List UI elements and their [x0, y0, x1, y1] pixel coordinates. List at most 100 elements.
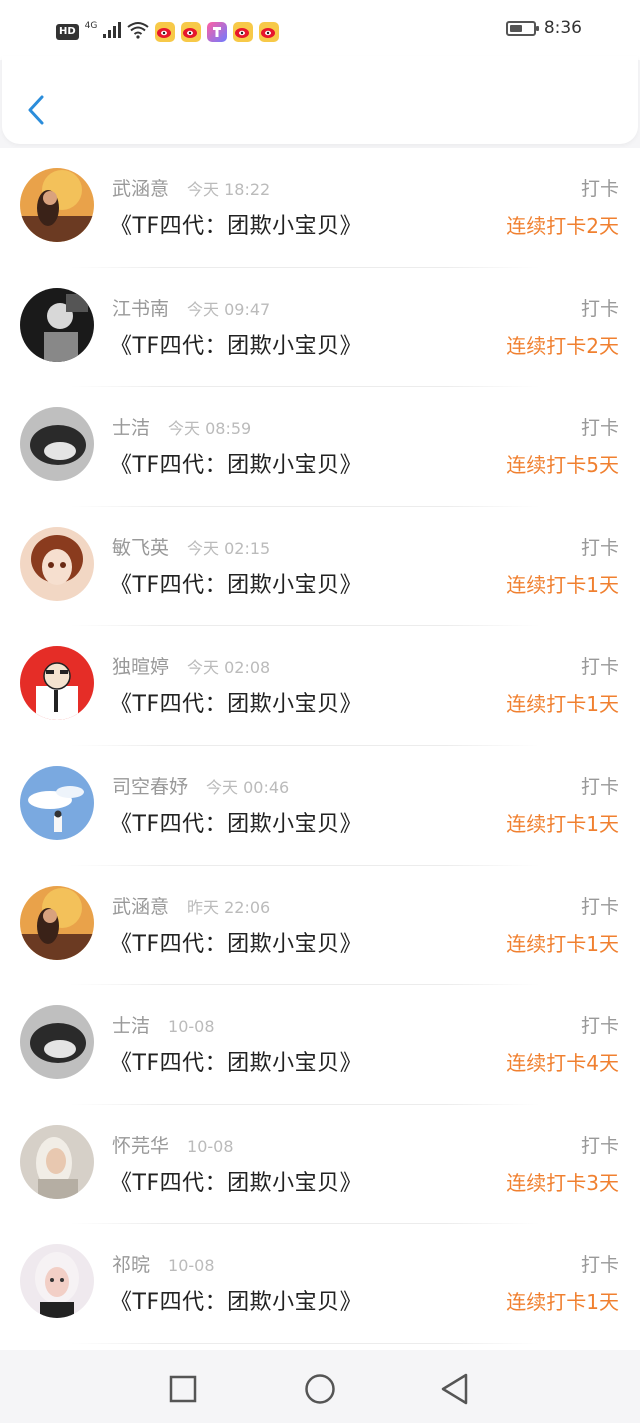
- list-item[interactable]: 武涵意 今天 18:22 《TF四代：团欺小宝贝》 打卡 连续打卡2天: [0, 148, 640, 268]
- system-back-button[interactable]: [438, 1371, 474, 1407]
- back-button[interactable]: [22, 92, 52, 128]
- record-meta: 士洁 今天 08:59: [112, 413, 252, 440]
- user-name[interactable]: 武涵意: [112, 892, 169, 919]
- record-type: 打卡: [580, 895, 619, 918]
- story-title[interactable]: 《TF四代：团欺小宝贝》: [110, 447, 362, 479]
- streak-label: 连续打卡1天: [506, 931, 619, 956]
- chevron-left-icon: [28, 95, 44, 125]
- user-name[interactable]: 祁晥: [112, 1250, 150, 1277]
- weibo-icon: [155, 22, 176, 42]
- record-time: 今天 02:15: [187, 538, 271, 558]
- avatar[interactable]: [20, 287, 94, 362]
- user-name[interactable]: 独暄婷: [112, 652, 169, 679]
- streak-label: 连续打卡1天: [506, 692, 619, 717]
- user-name[interactable]: 武涵意: [112, 174, 169, 201]
- user-name[interactable]: 士洁: [112, 1011, 150, 1038]
- record-meta: 祁晥 10-08: [112, 1250, 215, 1277]
- record-meta: 司空春妤 今天 00:46: [112, 772, 290, 799]
- list-item[interactable]: 敏飞英 今天 02:15 《TF四代：团欺小宝贝》 打卡 连续打卡1天: [0, 507, 640, 627]
- record-meta: 武涵意 昨天 22:06: [112, 892, 271, 919]
- avatar[interactable]: [20, 765, 94, 840]
- avatar[interactable]: [20, 885, 94, 960]
- streak-label: 连续打卡1天: [506, 572, 619, 597]
- recent-apps-button[interactable]: [165, 1371, 201, 1407]
- user-name[interactable]: 敏飞英: [112, 533, 169, 560]
- recent-apps-icon: [169, 1375, 197, 1403]
- record-meta: 武涵意 今天 18:22: [112, 174, 271, 201]
- record-meta: 士洁 10-08: [112, 1011, 215, 1038]
- network-type-label: 4G: [84, 21, 98, 31]
- user-name[interactable]: 怀芫华: [112, 1131, 169, 1158]
- status-bar-right: 8:36: [505, 18, 582, 38]
- avatar[interactable]: [20, 646, 94, 721]
- record-meta: 敏飞英 今天 02:15: [112, 533, 271, 560]
- story-title[interactable]: 《TF四代：团欺小宝贝》: [110, 567, 362, 599]
- avatar[interactable]: [20, 526, 94, 601]
- streak-label: 连续打卡5天: [506, 453, 619, 478]
- wifi-icon: [127, 21, 149, 43]
- battery-icon: [505, 20, 539, 36]
- story-title[interactable]: 《TF四代：团欺小宝贝》: [110, 208, 362, 240]
- story-title[interactable]: 《TF四代：团欺小宝贝》: [110, 926, 362, 958]
- user-name[interactable]: 江书南: [112, 294, 169, 321]
- record-time: 昨天 22:06: [187, 897, 271, 917]
- record-time: 今天 08:59: [168, 419, 252, 439]
- story-title[interactable]: 《TF四代：团欺小宝贝》: [110, 1045, 362, 1077]
- weibo-icon: [233, 22, 254, 42]
- record-type: 打卡: [580, 656, 619, 679]
- story-title[interactable]: 《TF四代：团欺小宝贝》: [110, 806, 362, 838]
- record-time: 10-08: [168, 1256, 215, 1276]
- record-meta: 独暄婷 今天 02:08: [112, 652, 270, 679]
- home-button[interactable]: [302, 1371, 338, 1407]
- list-item[interactable]: 武涵意 昨天 22:06 《TF四代：团欺小宝贝》 打卡连续打卡1天: [0, 866, 640, 986]
- avatar[interactable]: [20, 1005, 94, 1080]
- streak-label: 连续打卡4天: [506, 1051, 619, 1076]
- user-name[interactable]: 司空春妤: [112, 772, 188, 799]
- story-title[interactable]: 《TF四代：团欺小宝贝》: [110, 1284, 362, 1316]
- list-item[interactable]: 独暄婷 今天 02:08 《TF四代：团欺小宝贝》 打卡连续打卡1天: [0, 626, 640, 746]
- record-type: 打卡: [580, 1254, 619, 1277]
- system-nav-bar: [0, 1353, 640, 1423]
- weibo-icon: [181, 22, 202, 42]
- app-icon: [207, 22, 228, 42]
- record-type: 打卡: [580, 1015, 619, 1038]
- list-item[interactable]: 士洁 今天 08:59 《TF四代：团欺小宝贝》 打卡连续打卡5天: [0, 387, 640, 507]
- story-title[interactable]: 《TF四代：团欺小宝贝》: [110, 1165, 362, 1197]
- streak-label: 连续打卡3天: [506, 1170, 619, 1195]
- hd-badge: HD: [56, 24, 79, 40]
- avatar[interactable]: [20, 1124, 94, 1199]
- record-type: 打卡: [580, 417, 619, 440]
- avatar[interactable]: [20, 1244, 94, 1319]
- record-time: 今天 18:22: [187, 180, 271, 199]
- avatar[interactable]: [20, 168, 94, 242]
- battery-level-fill: [509, 24, 522, 32]
- record-meta: 江书南 今天 09:47: [112, 294, 270, 321]
- record-time: 今天 00:46: [206, 777, 290, 797]
- streak-label: 连续打卡1天: [506, 811, 619, 836]
- signal-icon: [103, 22, 122, 42]
- clock: 8:36: [543, 18, 582, 38]
- record-meta: 怀芫华 10-08: [112, 1131, 234, 1158]
- record-time: 10-08: [168, 1017, 215, 1037]
- app-header: [2, 56, 638, 144]
- list-item[interactable]: 司空春妤 今天 00:46 《TF四代：团欺小宝贝》 打卡连续打卡1天: [0, 746, 640, 866]
- back-triangle-icon: [441, 1373, 468, 1405]
- record-type: 打卡: [580, 1134, 619, 1157]
- list-item[interactable]: 江书南 今天 09:47 《TF四代：团欺小宝贝》 打卡连续打卡2天: [0, 268, 640, 388]
- status-bar-left: HD 4G: [56, 20, 280, 44]
- user-name[interactable]: 士洁: [112, 413, 150, 440]
- streak-label: 连续打卡1天: [506, 1290, 619, 1315]
- streak-label: 连续打卡2天: [506, 214, 619, 238]
- streak-label: 连续打卡2天: [506, 333, 619, 358]
- divider: [70, 1342, 540, 1344]
- story-title[interactable]: 《TF四代：团欺小宝贝》: [110, 328, 362, 360]
- avatar[interactable]: [20, 407, 94, 482]
- list-item[interactable]: 祁晥 10-08 《TF四代：团欺小宝贝》 打卡连续打卡1天: [0, 1224, 640, 1344]
- weibo-icon: [259, 22, 280, 42]
- record-time: 10-08: [187, 1136, 234, 1156]
- list-item[interactable]: 怀芫华 10-08 《TF四代：团欺小宝贝》 打卡连续打卡3天: [0, 1105, 640, 1225]
- record-type: 打卡: [580, 297, 619, 320]
- record-type: 打卡: [580, 775, 619, 798]
- story-title[interactable]: 《TF四代：团欺小宝贝》: [110, 686, 362, 718]
- list-item[interactable]: 士洁 10-08 《TF四代：团欺小宝贝》 打卡连续打卡4天: [0, 985, 640, 1105]
